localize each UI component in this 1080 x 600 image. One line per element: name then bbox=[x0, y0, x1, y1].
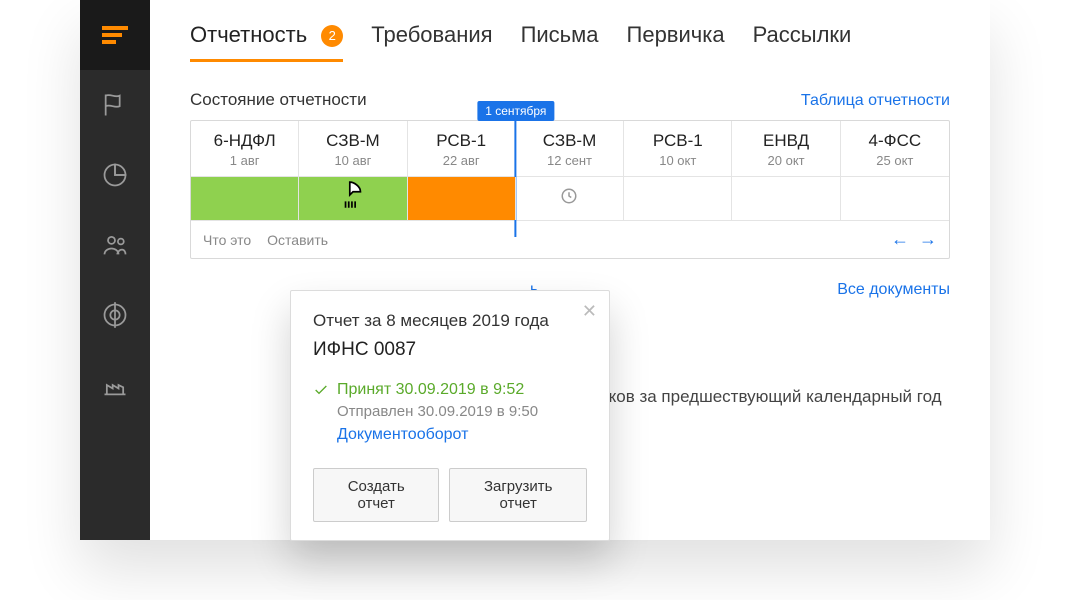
section-title: Состояние отчетности bbox=[190, 90, 367, 110]
tab-badge: 2 bbox=[321, 25, 343, 47]
logo[interactable] bbox=[80, 0, 150, 70]
upload-report-button[interactable]: Загрузить отчет bbox=[449, 468, 587, 522]
create-report-button[interactable]: Создать отчет bbox=[313, 468, 439, 522]
status-overdue[interactable] bbox=[408, 177, 516, 220]
close-icon[interactable]: ✕ bbox=[582, 301, 597, 322]
what-is-this-link[interactable]: Что это bbox=[203, 232, 251, 248]
pointer-cursor-icon bbox=[340, 180, 366, 217]
sidebar bbox=[80, 0, 150, 540]
tab-newsletters[interactable]: Рассылки bbox=[753, 22, 852, 62]
timeline-footer: Что это Оставить ← → bbox=[191, 220, 949, 258]
tab-requirements[interactable]: Требования bbox=[371, 22, 492, 62]
tab-primary[interactable]: Первичка bbox=[627, 22, 725, 62]
timeline-header: 6-НДФЛ 1 авг СЗВ-М 10 авг РСВ-1 22 авг С… bbox=[191, 121, 949, 176]
accepted-status: Принят 30.09.2019 в 9:52 bbox=[313, 381, 587, 399]
timeline-cell[interactable]: 4-ФСС 25 окт bbox=[841, 121, 949, 176]
status-empty[interactable] bbox=[624, 177, 732, 220]
docflow-link[interactable]: Документооборот bbox=[337, 426, 468, 444]
timeline-cell[interactable]: РСВ-1 10 окт bbox=[624, 121, 732, 176]
status-empty[interactable] bbox=[841, 177, 949, 220]
timeline-cell[interactable]: 6-НДФЛ 1 авг bbox=[191, 121, 299, 176]
tab-reports[interactable]: Отчетность 2 bbox=[190, 22, 343, 62]
timeline-status-row bbox=[191, 176, 949, 220]
timeline-nav: ← → bbox=[891, 229, 937, 250]
timeline-next[interactable]: → bbox=[919, 229, 937, 250]
status-done[interactable] bbox=[299, 177, 407, 220]
sidebar-flag-icon[interactable] bbox=[80, 70, 150, 140]
today-label: 1 сентября bbox=[477, 101, 554, 121]
keep-link[interactable]: Оставить bbox=[267, 232, 328, 248]
sidebar-people-icon[interactable] bbox=[80, 210, 150, 280]
popup-org: ИФНС 0087 bbox=[313, 339, 587, 361]
status-empty[interactable] bbox=[732, 177, 840, 220]
sidebar-factory-icon[interactable] bbox=[80, 350, 150, 420]
section-head: Состояние отчетности Таблица отчетности bbox=[190, 90, 950, 110]
tab-label: Отчетность bbox=[190, 22, 307, 47]
timeline-cell[interactable]: СЗВ-М 10 авг bbox=[299, 121, 407, 176]
sent-status: Отправлен 30.09.2019 в 9:50 bbox=[337, 403, 587, 420]
all-docs-link[interactable]: Все документы bbox=[837, 281, 950, 299]
tab-letters[interactable]: Письма bbox=[521, 22, 599, 62]
popup-title: Отчет за 8 месяцев 2019 года bbox=[313, 311, 587, 331]
timeline: 1 сентября 6-НДФЛ 1 авг СЗВ-М 10 авг РСВ… bbox=[190, 120, 950, 259]
top-tabs: Отчетность 2 Требования Письма Первичка … bbox=[190, 22, 950, 62]
status-done[interactable] bbox=[191, 177, 299, 220]
check-icon bbox=[313, 382, 329, 398]
reports-table-link[interactable]: Таблица отчетности bbox=[801, 92, 950, 110]
status-pending[interactable] bbox=[516, 177, 624, 220]
sidebar-target-icon[interactable] bbox=[80, 280, 150, 350]
report-popup: ✕ Отчет за 8 месяцев 2019 года ИФНС 0087… bbox=[290, 290, 610, 541]
sidebar-piechart-icon[interactable] bbox=[80, 140, 150, 210]
timeline-prev[interactable]: ← bbox=[891, 229, 909, 250]
logo-icon bbox=[102, 26, 128, 44]
clock-icon bbox=[560, 187, 578, 210]
timeline-cell[interactable]: ЕНВД 20 окт bbox=[732, 121, 840, 176]
